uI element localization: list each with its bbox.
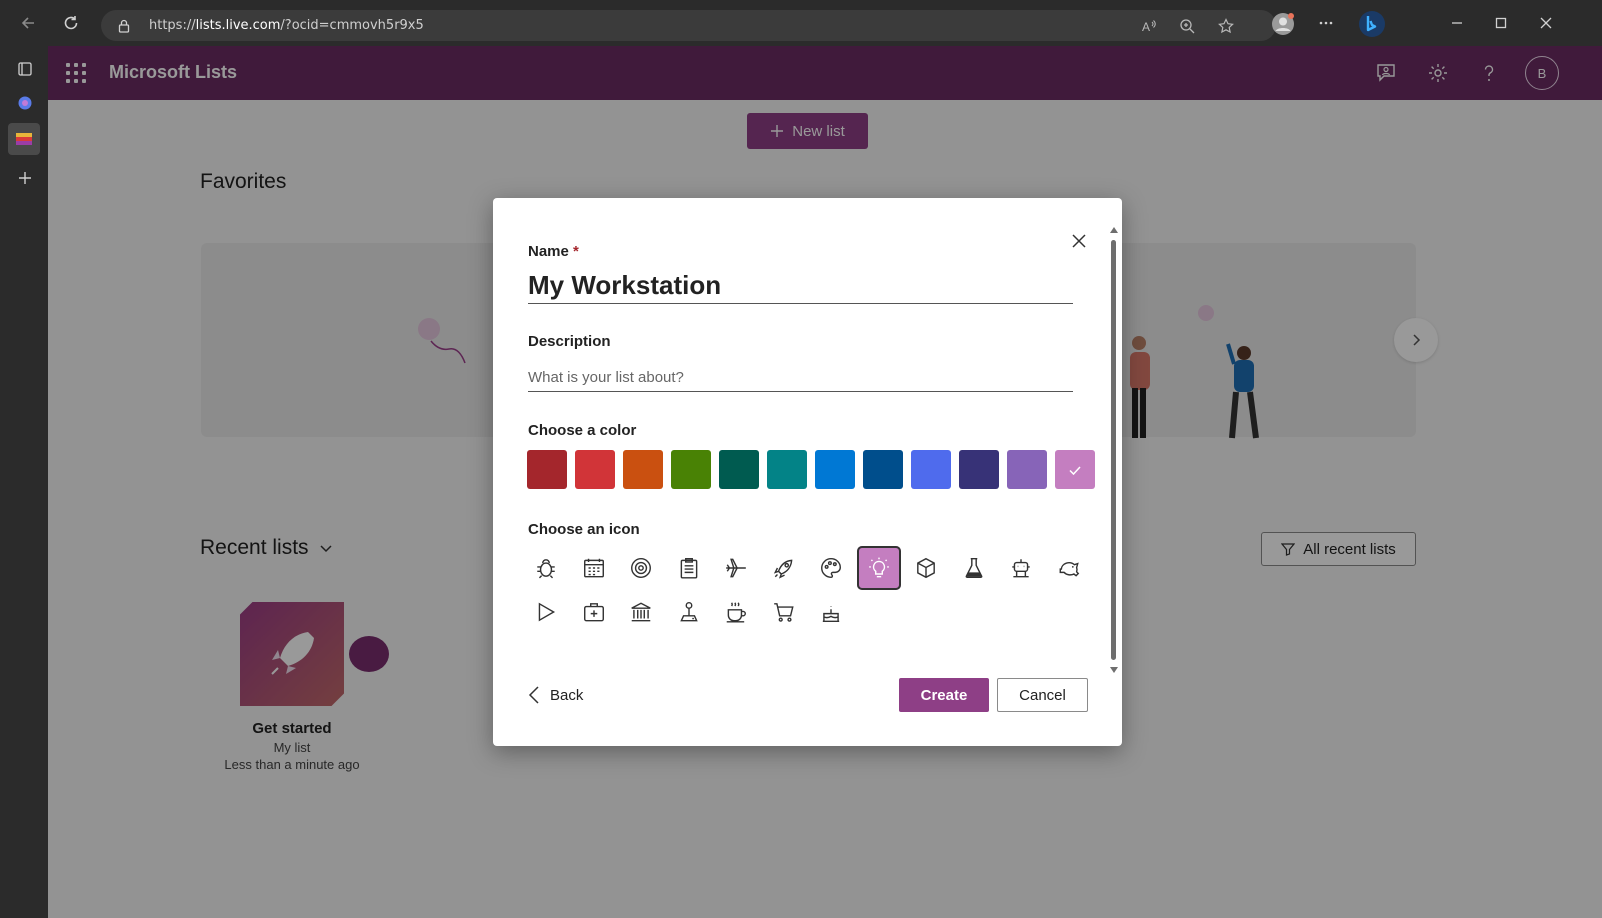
color-swatch[interactable]: [863, 450, 903, 489]
color-swatch[interactable]: [671, 450, 711, 489]
name-label-text: Name: [528, 243, 569, 260]
medical-kit-icon-glyph: [583, 603, 604, 622]
bank-icon-glyph: [631, 602, 651, 622]
back-arrow-icon[interactable]: [14, 9, 42, 37]
refresh-icon[interactable]: [57, 9, 85, 37]
cart-icon-glyph: [773, 603, 794, 622]
dialog-scrollbar[interactable]: [1109, 226, 1119, 678]
add-tab-icon[interactable]: [11, 164, 39, 192]
browser-sidebar: [0, 46, 48, 918]
robot-icon[interactable]: [999, 546, 1043, 590]
coffee-icon[interactable]: [714, 590, 758, 634]
robot-icon-glyph: [1012, 559, 1030, 578]
lightbulb-icon[interactable]: [856, 546, 901, 590]
color-swatch[interactable]: [623, 450, 663, 489]
rocket-icon-glyph: [773, 559, 792, 579]
close-window-icon[interactable]: [1535, 12, 1557, 34]
create-button[interactable]: Create: [899, 678, 989, 712]
more-options-icon[interactable]: [1315, 12, 1337, 34]
palette-icon-glyph: [821, 558, 841, 578]
palette-icon[interactable]: [809, 546, 853, 590]
icon-picker: [524, 546, 1094, 634]
url-text[interactable]: https://lists.live.com/?ocid=cmmovh5r9x5: [149, 18, 424, 33]
medical-kit-icon[interactable]: [572, 590, 616, 634]
cancel-button[interactable]: Cancel: [997, 678, 1088, 712]
create-list-dialog: Name * Description Choose a color Choose…: [493, 198, 1122, 746]
clipboard-icon-glyph: [680, 558, 697, 579]
cake-icon-glyph: [822, 606, 840, 622]
calendar-icon[interactable]: [572, 546, 616, 590]
address-bar[interactable]: https://lists.live.com/?ocid=cmmovh5r9x5…: [101, 10, 1276, 41]
target-icon-glyph: [631, 558, 651, 578]
minimize-icon[interactable]: [1446, 12, 1468, 34]
name-label: Name *: [528, 243, 579, 260]
cart-icon[interactable]: [762, 590, 806, 634]
name-field[interactable]: [528, 268, 1073, 304]
joystick-icon[interactable]: [667, 590, 711, 634]
coffee-icon-glyph: [726, 602, 746, 623]
airplane-icon-glyph: [726, 558, 746, 578]
color-picker: [527, 450, 1095, 489]
url-path: /?ocid=cmmovh5r9x5: [280, 18, 424, 33]
back-label: Back: [550, 686, 584, 704]
cube-icon[interactable]: [904, 546, 948, 590]
piggy-bank-icon-glyph: [1059, 562, 1079, 577]
piggy-bank-icon[interactable]: [1047, 546, 1091, 590]
icon-label: Choose an icon: [528, 521, 640, 538]
color-label: Choose a color: [528, 422, 637, 439]
color-swatch[interactable]: [719, 450, 759, 489]
cake-icon[interactable]: [809, 590, 853, 634]
bank-icon[interactable]: [619, 590, 663, 634]
calendar-icon-glyph: [583, 558, 604, 578]
color-swatch[interactable]: [1055, 450, 1095, 489]
bug-icon-glyph: [537, 559, 555, 579]
cube-icon-glyph: [917, 557, 935, 579]
target-icon[interactable]: [619, 546, 663, 590]
bug-icon[interactable]: [524, 546, 568, 590]
zoom-icon[interactable]: [1178, 17, 1196, 35]
close-icon[interactable]: [1068, 230, 1090, 252]
lightbulb-icon-glyph: [868, 557, 889, 578]
scroll-thumb[interactable]: [1111, 240, 1116, 660]
joystick-icon-glyph: [679, 602, 698, 622]
airplane-icon[interactable]: [714, 546, 758, 590]
lock-icon[interactable]: [115, 17, 133, 35]
read-aloud-icon[interactable]: A: [1140, 17, 1158, 35]
play-icon-glyph: [538, 602, 556, 622]
back-button[interactable]: Back: [528, 683, 583, 707]
play-icon[interactable]: [524, 590, 568, 634]
browser-toolbar: https://lists.live.com/?ocid=cmmovh5r9x5…: [0, 0, 1602, 46]
lists-tab-icon[interactable]: [8, 123, 40, 155]
url-prefix: https://: [149, 18, 196, 33]
favorite-star-icon[interactable]: [1217, 17, 1235, 35]
url-host: lists.live.com: [195, 18, 281, 33]
rocket-icon[interactable]: [762, 546, 806, 590]
color-swatch[interactable]: [815, 450, 855, 489]
copilot-icon[interactable]: [11, 89, 39, 117]
profile-icon[interactable]: [1270, 11, 1296, 37]
scroll-up-icon[interactable]: [1109, 226, 1119, 234]
beaker-icon-glyph: [965, 558, 982, 578]
beaker-icon[interactable]: [952, 546, 996, 590]
clipboard-icon[interactable]: [667, 546, 711, 590]
tab-actions-icon[interactable]: [11, 55, 39, 83]
color-swatch[interactable]: [1007, 450, 1047, 489]
maximize-icon[interactable]: [1490, 12, 1512, 34]
lists-app: Microsoft Lists B New list Favorites Rec…: [48, 46, 1602, 918]
color-swatch[interactable]: [911, 450, 951, 489]
scroll-down-icon[interactable]: [1109, 666, 1119, 674]
chevron-left-icon: [528, 686, 539, 704]
required-mark: *: [573, 243, 579, 260]
description-field[interactable]: [528, 364, 1073, 392]
svg-text:A: A: [1142, 20, 1150, 34]
bing-copilot-icon[interactable]: [1358, 10, 1386, 38]
color-swatch[interactable]: [767, 450, 807, 489]
color-swatch[interactable]: [959, 450, 999, 489]
color-swatch[interactable]: [575, 450, 615, 489]
checkmark-icon: [1069, 465, 1081, 475]
color-swatch[interactable]: [527, 450, 567, 489]
description-label: Description: [528, 333, 611, 350]
